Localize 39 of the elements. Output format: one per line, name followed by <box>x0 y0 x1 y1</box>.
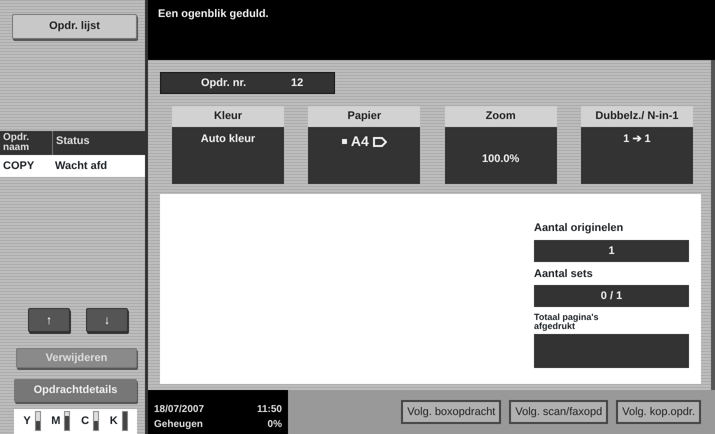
job-number-label: Opdr. nr. <box>201 76 248 91</box>
toner-label: Y <box>23 414 31 430</box>
date-text: 18/07/2007 <box>154 404 206 417</box>
toner-gauge <box>93 411 100 432</box>
setting-label: Papier <box>308 106 420 127</box>
paper-orientation-icon <box>372 136 387 146</box>
setting-label: Dubbelz./ N-in-1 <box>580 106 693 127</box>
next-job-button[interactable]: Volg. scan/faxopd <box>509 400 608 424</box>
column-header: Opdr. naam <box>2 131 30 156</box>
memory-value: 0% <box>266 419 282 432</box>
counter-field: 0 / 1 <box>534 285 689 307</box>
tray-icon <box>342 139 347 144</box>
setting-label: Kleur <box>172 106 284 127</box>
counter-label: Aantal originelen <box>534 221 624 236</box>
setting-value: Auto kleur <box>200 132 256 147</box>
toner-label: C <box>81 414 90 430</box>
toner-gauge <box>122 411 128 432</box>
setting-label: Zoom <box>444 106 557 127</box>
scroll-down-button[interactable]: ↓ <box>86 308 128 332</box>
toner-label: M <box>51 414 60 430</box>
next-job-button[interactable]: Volg. boxopdracht <box>401 400 502 424</box>
counter-field: 1 <box>534 240 689 262</box>
details-button[interactable]: Opdrachtdetails <box>14 378 137 402</box>
setting-value: 1 ➔ 1 <box>622 132 652 147</box>
scroll-up-button[interactable]: ↑ <box>28 308 70 332</box>
job-row[interactable]: COPY Wacht afd <box>0 155 145 178</box>
counter-label: Totaal pagina's afgedrukt <box>534 313 600 331</box>
toner-gauge <box>64 411 70 432</box>
job-number-value: 12 <box>291 76 304 91</box>
counter-label: Aantal sets <box>534 266 594 282</box>
memory-label: Geheugen <box>154 419 204 432</box>
time-text: 11:50 <box>256 404 282 417</box>
setting-value: 100.0% <box>481 152 520 167</box>
status-message: Een ogenblik geduld. <box>148 0 715 60</box>
toner-gauge <box>34 411 41 432</box>
job-list-button[interactable]: Opdr. lijst <box>12 14 137 40</box>
next-job-button[interactable]: Volg. kop.opdr. <box>616 400 701 424</box>
toner-label: K <box>110 414 118 430</box>
setting-value: A4 <box>350 132 369 151</box>
